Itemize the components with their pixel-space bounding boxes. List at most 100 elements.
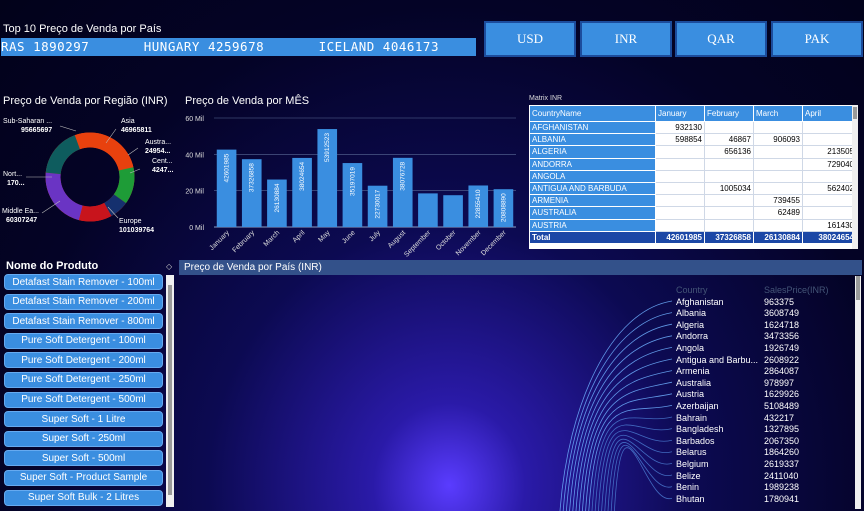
matrix-scroll-thumb[interactable]: [853, 107, 857, 119]
slicer-item[interactable]: Super Soft - 500ml: [4, 450, 163, 467]
matrix-title: Matrix INR: [529, 95, 563, 102]
country-row[interactable]: Azerbaijan 5108489: [676, 401, 852, 413]
matrix-country-cell: ARMENIA: [529, 194, 656, 208]
country-row[interactable]: Andorra 3473356: [676, 331, 852, 343]
country-row[interactable]: Armenia 2864087: [676, 366, 852, 378]
matrix-value-cell: [655, 218, 705, 232]
qar-button[interactable]: QAR: [675, 21, 767, 57]
bar-data-label: 22855410: [475, 189, 482, 218]
matrix-row[interactable]: AFGHANISTAN 932130: [529, 120, 856, 135]
slicer-scroll-thumb[interactable]: [168, 285, 172, 495]
matrix-header[interactable]: February: [704, 105, 754, 122]
matrix-row[interactable]: ANDORRA 729040: [529, 157, 856, 171]
donut-label-australia: Austra... 24954...: [145, 139, 172, 155]
matrix-row[interactable]: AUSTRIA 161430: [529, 218, 856, 232]
matrix-value-cell: [704, 218, 754, 232]
bar-september[interactable]: [418, 193, 438, 227]
inr-button[interactable]: INR: [580, 21, 672, 57]
country-scrollbar[interactable]: [855, 276, 861, 509]
matrix-header[interactable]: January: [655, 105, 705, 122]
x-tick-label: March: [263, 229, 282, 248]
slicer-item[interactable]: Super Soft - 1 Litre: [4, 411, 163, 428]
slicer-item[interactable]: Super Soft - Product Sample: [4, 469, 163, 486]
matrix-row[interactable]: AUSTRALIA 62489: [529, 206, 856, 220]
slicer-item[interactable]: Super Soft - 250ml: [4, 430, 163, 447]
slicer-item[interactable]: Detafast Stain Remover - 800ml: [4, 313, 163, 330]
country-row[interactable]: Albania 3608749: [676, 308, 852, 320]
matrix-value-cell: [802, 133, 856, 147]
slicer-item[interactable]: Pure Soft Detergent - 250ml: [4, 371, 163, 388]
bar-data-label: 26130884: [274, 183, 281, 212]
slicer-title: Nome do Produto: [6, 260, 99, 272]
matrix-row[interactable]: ALGERIA 656136 213505: [529, 145, 856, 159]
bar-data-label: 53912523: [324, 133, 331, 162]
y-tick-label: 60 Mil: [185, 116, 204, 123]
country-value: 1780941: [764, 493, 800, 504]
country-row[interactable]: Belize 2411040: [676, 471, 852, 483]
country-name: Andorra: [676, 331, 709, 342]
country-scroll-thumb[interactable]: [856, 276, 860, 300]
matrix-country-cell: ANDORRA: [529, 157, 656, 171]
country-row[interactable]: Afghanistan 963375: [676, 297, 852, 309]
matrix-value-cell: [802, 120, 856, 135]
slicer-item[interactable]: Super Soft Bulk - 2 Litres: [4, 489, 163, 506]
country-value: 963375: [764, 296, 795, 307]
country-row[interactable]: Bahrain 432217: [676, 413, 852, 425]
country-name: Antigua and Barbu...: [676, 354, 759, 365]
country-value: 978997: [764, 377, 795, 388]
matrix-header[interactable]: March: [753, 105, 803, 122]
bar-data-label: 38076728: [400, 161, 407, 190]
pak-button[interactable]: PAK: [771, 21, 863, 57]
slicer-item[interactable]: Detafast Stain Remover - 200ml: [4, 293, 163, 310]
country-value: 2411040: [764, 470, 799, 481]
matrix-value-cell: [753, 120, 803, 135]
country-row[interactable]: Australia 978997: [676, 378, 852, 390]
country-row[interactable]: Angola 1926749: [676, 343, 852, 355]
slicer-item[interactable]: Pure Soft Detergent - 200ml: [4, 352, 163, 369]
country-value: 1864260: [764, 447, 800, 458]
matrix-total-cell: Total: [529, 230, 656, 244]
bar-october[interactable]: [443, 195, 463, 227]
country-row[interactable]: Benin 1989238: [676, 482, 852, 494]
bar-chart: 0 Mil 20 Mil 40 Mil 60 Mil 42601985 January 37…: [185, 116, 516, 258]
matrix-country-cell: AUSTRIA: [529, 218, 656, 232]
donut-label-middle-east: Middle Ea... 60307247: [2, 208, 39, 224]
y-tick-label: 40 Mil: [185, 152, 204, 159]
x-tick-label: July: [368, 229, 382, 243]
bar-chart-title: Preço de Venda por MÊS: [185, 95, 310, 107]
arc-line: [562, 312, 673, 511]
slicer-item[interactable]: Detafast Stain Remover - 100ml: [4, 274, 163, 290]
matrix-value-cell: 656136: [704, 145, 754, 159]
slicer-item[interactable]: Pure Soft Detergent - 100ml: [4, 332, 163, 349]
country-row[interactable]: Bhutan 1780941: [676, 494, 852, 506]
country-row[interactable]: Bangladesh 1327895: [676, 424, 852, 436]
country-row[interactable]: Barbados 2067350: [676, 436, 852, 448]
country-row[interactable]: Algeria 1624718: [676, 320, 852, 332]
ticker-title: Top 10 Preço de Venda por País: [3, 23, 162, 35]
country-name: Austria: [676, 389, 705, 400]
usd-button[interactable]: USD: [484, 21, 576, 57]
y-tick-label: 0 Mil: [189, 225, 204, 232]
slicer-scrollbar[interactable]: [166, 275, 174, 507]
matrix-row[interactable]: ANGOLA: [529, 169, 856, 183]
matrix-scrollbar[interactable]: [852, 105, 858, 249]
matrix-row[interactable]: ALBANIA 598854 46867 906093: [529, 133, 856, 147]
x-tick-label: April: [292, 229, 307, 244]
country-row[interactable]: Belarus 1864260: [676, 447, 852, 459]
country-row[interactable]: Antigua and Barbu... 2608922: [676, 355, 852, 367]
matrix-row[interactable]: ANTIGUA AND BARBUDA 1005034 562402: [529, 181, 856, 196]
country-name: Australia: [676, 377, 712, 388]
matrix-value-cell: 562402: [802, 181, 856, 196]
slicer-item[interactable]: Pure Soft Detergent - 500ml: [4, 391, 163, 408]
product-slicer: Detafast Stain Remover - 100ml Detafast S…: [4, 274, 164, 507]
matrix-value-cell: [655, 145, 705, 159]
country-row[interactable]: Austria 1629926: [676, 389, 852, 401]
matrix-header[interactable]: April: [802, 105, 856, 122]
eraser-icon[interactable]: ◇: [166, 262, 172, 271]
matrix-header[interactable]: CountryName: [529, 105, 656, 122]
matrix-value-cell: 213505: [802, 145, 856, 159]
country-row[interactable]: Belgium 2619337: [676, 459, 852, 471]
country-value: 1624718: [764, 319, 800, 330]
matrix-row[interactable]: ARMENIA 739455: [529, 194, 856, 208]
x-tick-label: December: [480, 229, 508, 257]
